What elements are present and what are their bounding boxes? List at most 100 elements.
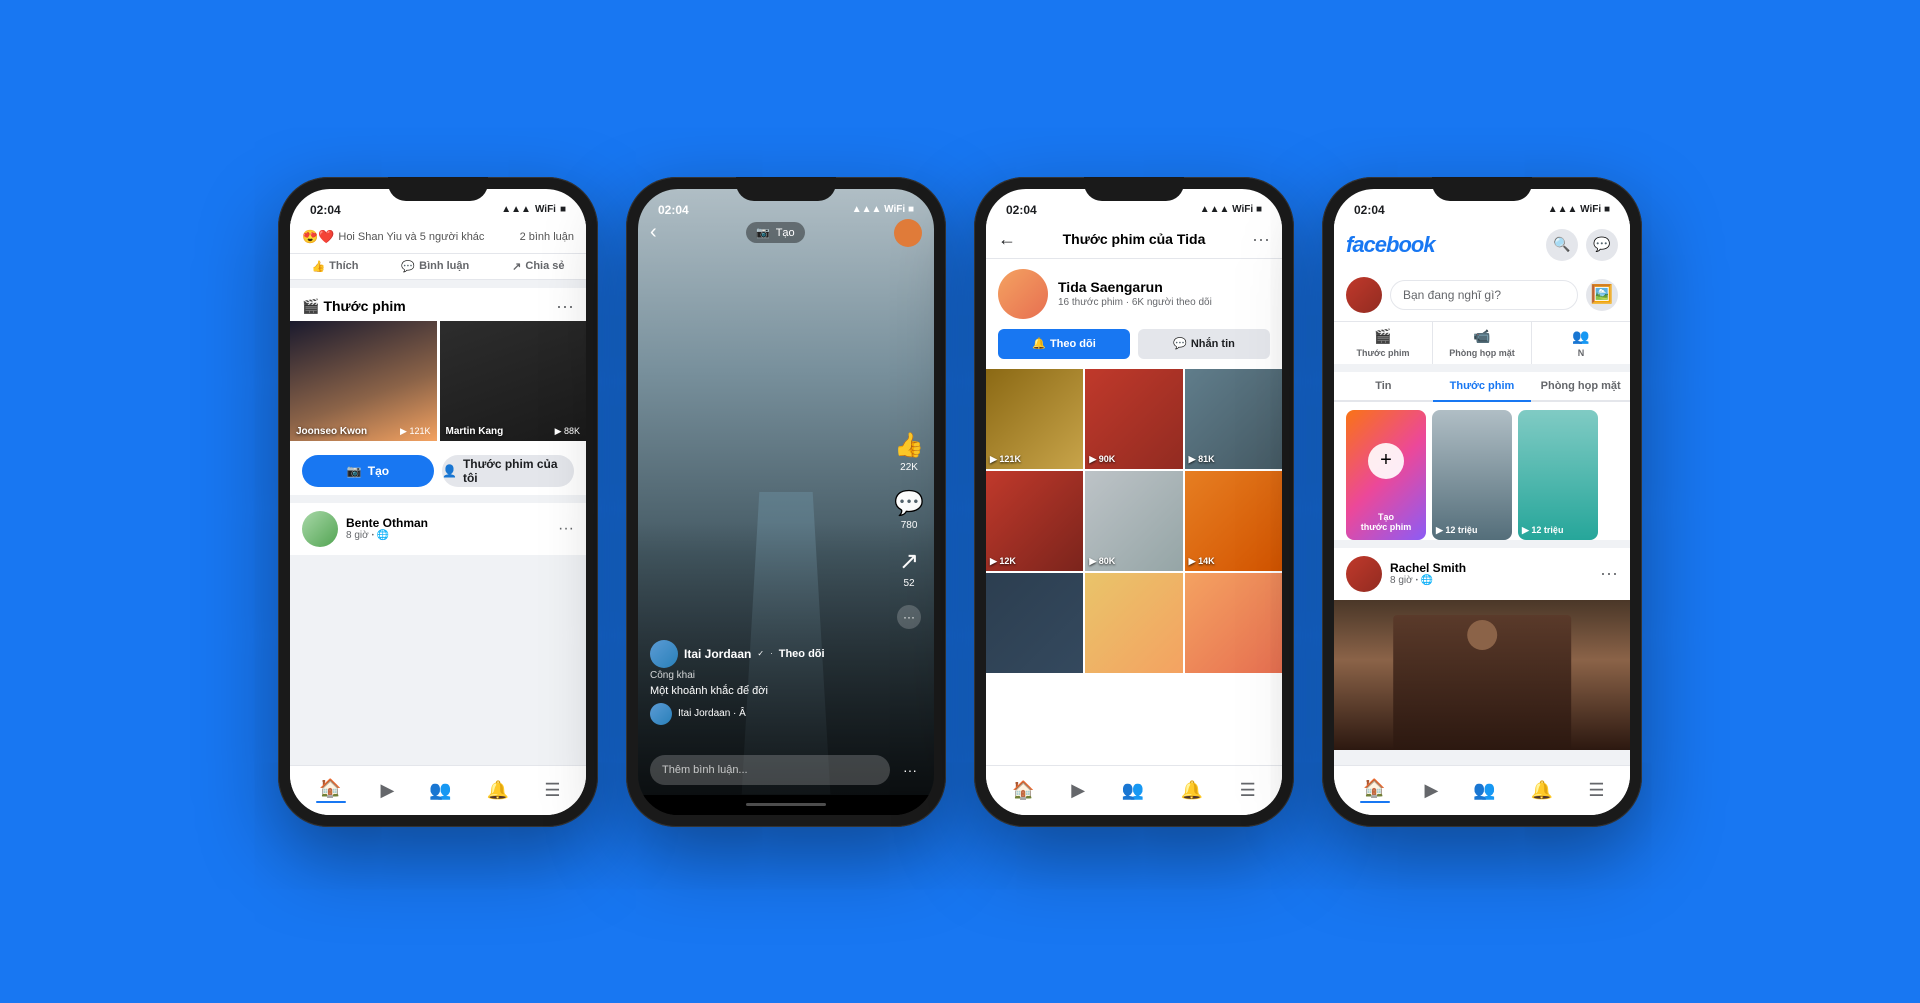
nav-reels-4[interactable]: ▶ — [1425, 780, 1439, 801]
nav-reels-1[interactable]: ▶ — [381, 780, 395, 801]
grid-count-1: ▶ 121K — [990, 454, 1021, 465]
more-action[interactable]: ··· — [897, 605, 921, 629]
reel-user-avatar — [650, 640, 678, 668]
messenger-button-4[interactable]: 💬 — [1586, 229, 1618, 261]
photo-icon-4[interactable]: 🖼️ — [1586, 279, 1618, 311]
status-icons-1: ▲▲▲ WiFi ■ — [501, 204, 566, 215]
grid-item-4[interactable]: ▶ 12K — [986, 471, 1083, 571]
profile-info: Tida Saengarun 16 thước phim · 6K người … — [1058, 279, 1212, 308]
message-button-3[interactable]: 💬 Nhắn tin — [1138, 329, 1270, 359]
comment-count: 2 bình luận — [520, 231, 574, 243]
send-more-btn[interactable]: ··· — [898, 758, 922, 782]
grid-count-5: ▶ 80K — [1089, 556, 1115, 567]
nav-groups-3[interactable]: 👥 — [1122, 780, 1144, 801]
create-reel-card[interactable]: + Tạothước phim — [1346, 410, 1426, 540]
qa-more[interactable]: 👥 N — [1532, 322, 1630, 364]
follow-button-2[interactable]: Theo dõi — [779, 648, 825, 660]
grid-item-2[interactable]: ▶ 90K — [1085, 369, 1182, 469]
grid-item-3[interactable]: ▶ 81K — [1185, 369, 1282, 469]
post-dots-1[interactable]: ··· — [558, 520, 574, 538]
back-button-2[interactable]: ‹ — [650, 221, 657, 244]
phones-container: 02:04 ▲▲▲ WiFi ■ 😍❤️ Hoi Shan Yiu và 5 n… — [278, 177, 1642, 827]
nav-menu-3[interactable]: ☰ — [1240, 780, 1256, 801]
notch-3 — [1084, 177, 1184, 201]
like-button[interactable]: 👍 Thích — [311, 260, 358, 273]
nav-groups-1[interactable]: 👥 — [429, 780, 451, 801]
reels-qa-icon: 🎬 — [1374, 328, 1391, 345]
share-button[interactable]: ↗ Chia sẻ — [512, 260, 564, 273]
search-button-4[interactable]: 🔍 — [1546, 229, 1578, 261]
video-count-2: ▶ 88K — [555, 426, 580, 437]
nav-bell-4[interactable]: 🔔 — [1531, 780, 1553, 801]
my-reels-btn[interactable]: 👤 Thước phim của tôi — [442, 455, 574, 487]
comment-button[interactable]: 💬 Bình luận — [401, 260, 469, 273]
globe-icon-1: 🌐 — [377, 530, 389, 541]
create-btn[interactable]: 📷 Tạo — [302, 455, 434, 487]
time-3: 02:04 — [1006, 203, 1037, 217]
nav-home-1[interactable]: 🏠 — [316, 778, 346, 803]
grid-item-6[interactable]: ▶ 14K — [1185, 471, 1282, 571]
video-thumb-1[interactable]: Joonseo Kwon ▶ 121K — [290, 321, 437, 441]
post-meta-1: 8 giờ • 🌐 — [346, 530, 550, 541]
grid-count-6: ▶ 14K — [1189, 556, 1215, 567]
nav-menu-1[interactable]: ☰ — [544, 780, 560, 801]
grid-item-9[interactable] — [1185, 573, 1282, 673]
status-icons-3: ▲▲▲ WiFi ■ — [1200, 204, 1262, 215]
active-indicator — [316, 801, 346, 803]
video-thumb-2[interactable]: Martin Kang ▶ 88K — [440, 321, 587, 441]
nav-groups-4[interactable]: 👥 — [1473, 780, 1495, 801]
more-icon: ··· — [897, 605, 921, 629]
phone-4: 02:04 ▲▲▲ WiFi ■ facebook 🔍 💬 Bạn đang — [1322, 177, 1642, 827]
nav-home-4[interactable]: 🏠 — [1360, 778, 1390, 803]
qa-reels[interactable]: 🎬 Thước phim — [1334, 322, 1433, 364]
time-2: 02:04 — [658, 203, 689, 217]
create-reel-btn[interactable]: 📷 Tạo — [746, 222, 805, 243]
reaction-text: Hoi Shan Yiu và 5 người khác — [338, 231, 484, 243]
tab-tin[interactable]: Tin — [1334, 372, 1433, 402]
notch-2 — [736, 177, 836, 201]
reel-card-2[interactable]: ▶ 12 triệu — [1518, 410, 1598, 540]
comment-label: Bình luận — [419, 260, 469, 272]
grid-item-7[interactable] — [986, 573, 1083, 673]
dot-sep-1: • — [372, 533, 374, 539]
post-video-thumb-4[interactable] — [1334, 600, 1630, 750]
nav-bell-1[interactable]: 🔔 — [487, 780, 509, 801]
bottom-nav-1: 🏠 ▶ 👥 🔔 ☰ — [290, 765, 586, 815]
nav-reels-3[interactable]: ▶ — [1071, 780, 1085, 801]
status-input[interactable]: Bạn đang nghĩ gì? — [1390, 280, 1578, 310]
grid-item-1[interactable]: ▶ 121K — [986, 369, 1083, 469]
more-options-3[interactable]: ··· — [1252, 229, 1270, 250]
video-grid-3: ▶ 121K ▶ 90K ▶ 81K ▶ 12K ▶ 80K — [986, 369, 1282, 673]
back-button-3[interactable]: ← — [998, 229, 1016, 250]
tab-reels[interactable]: Thước phim — [1433, 372, 1532, 402]
menu-icon-4: ☰ — [1588, 780, 1604, 801]
post-more-4[interactable]: ··· — [1600, 563, 1618, 584]
section-more[interactable]: ··· — [556, 296, 574, 317]
comment-text: Itai Jordaan · Â — [678, 708, 746, 719]
section-header-1: 🎬 Thước phim ··· — [290, 288, 586, 321]
qa-rooms[interactable]: 📹 Phòng họp mặt — [1433, 322, 1532, 364]
bottom-nav-3: 🏠 ▶ 👥 🔔 ☰ — [986, 765, 1282, 815]
nav-bell-3[interactable]: 🔔 — [1181, 780, 1203, 801]
nav-menu-4[interactable]: ☰ — [1588, 780, 1604, 801]
groups-icon-3: 👥 — [1122, 780, 1144, 801]
home-icon: 🏠 — [319, 778, 341, 799]
like-icon: 👍 — [311, 260, 325, 273]
grid-item-5[interactable]: ▶ 80K — [1085, 471, 1182, 571]
user-avatar-2[interactable] — [894, 219, 922, 247]
reel-card-1[interactable]: ▶ 12 triệu — [1432, 410, 1512, 540]
follow-icon: 🔔 — [1032, 337, 1046, 350]
reel-caption: Một khoảnh khắc để đời — [650, 685, 874, 697]
create-reel-label: Tạothước phim — [1361, 512, 1411, 532]
nav-home-3[interactable]: 🏠 — [1012, 780, 1034, 801]
globe-icon-4: 🌐 — [1421, 575, 1433, 586]
status-box: Bạn đang nghĩ gì? 🖼️ — [1334, 269, 1630, 322]
grid-item-8[interactable] — [1085, 573, 1182, 673]
share-action[interactable]: ↗ 52 — [899, 547, 919, 589]
comment-input-field[interactable]: Thêm bình luận... — [650, 755, 890, 785]
follow-button-3[interactable]: 🔔 Theo dõi — [998, 329, 1130, 359]
comment-action[interactable]: 💬 780 — [894, 489, 924, 531]
tab-rooms[interactable]: Phòng họp mặt — [1531, 372, 1630, 402]
groups-icon: 👥 — [429, 780, 451, 801]
like-action[interactable]: 👍 22K — [894, 431, 924, 473]
